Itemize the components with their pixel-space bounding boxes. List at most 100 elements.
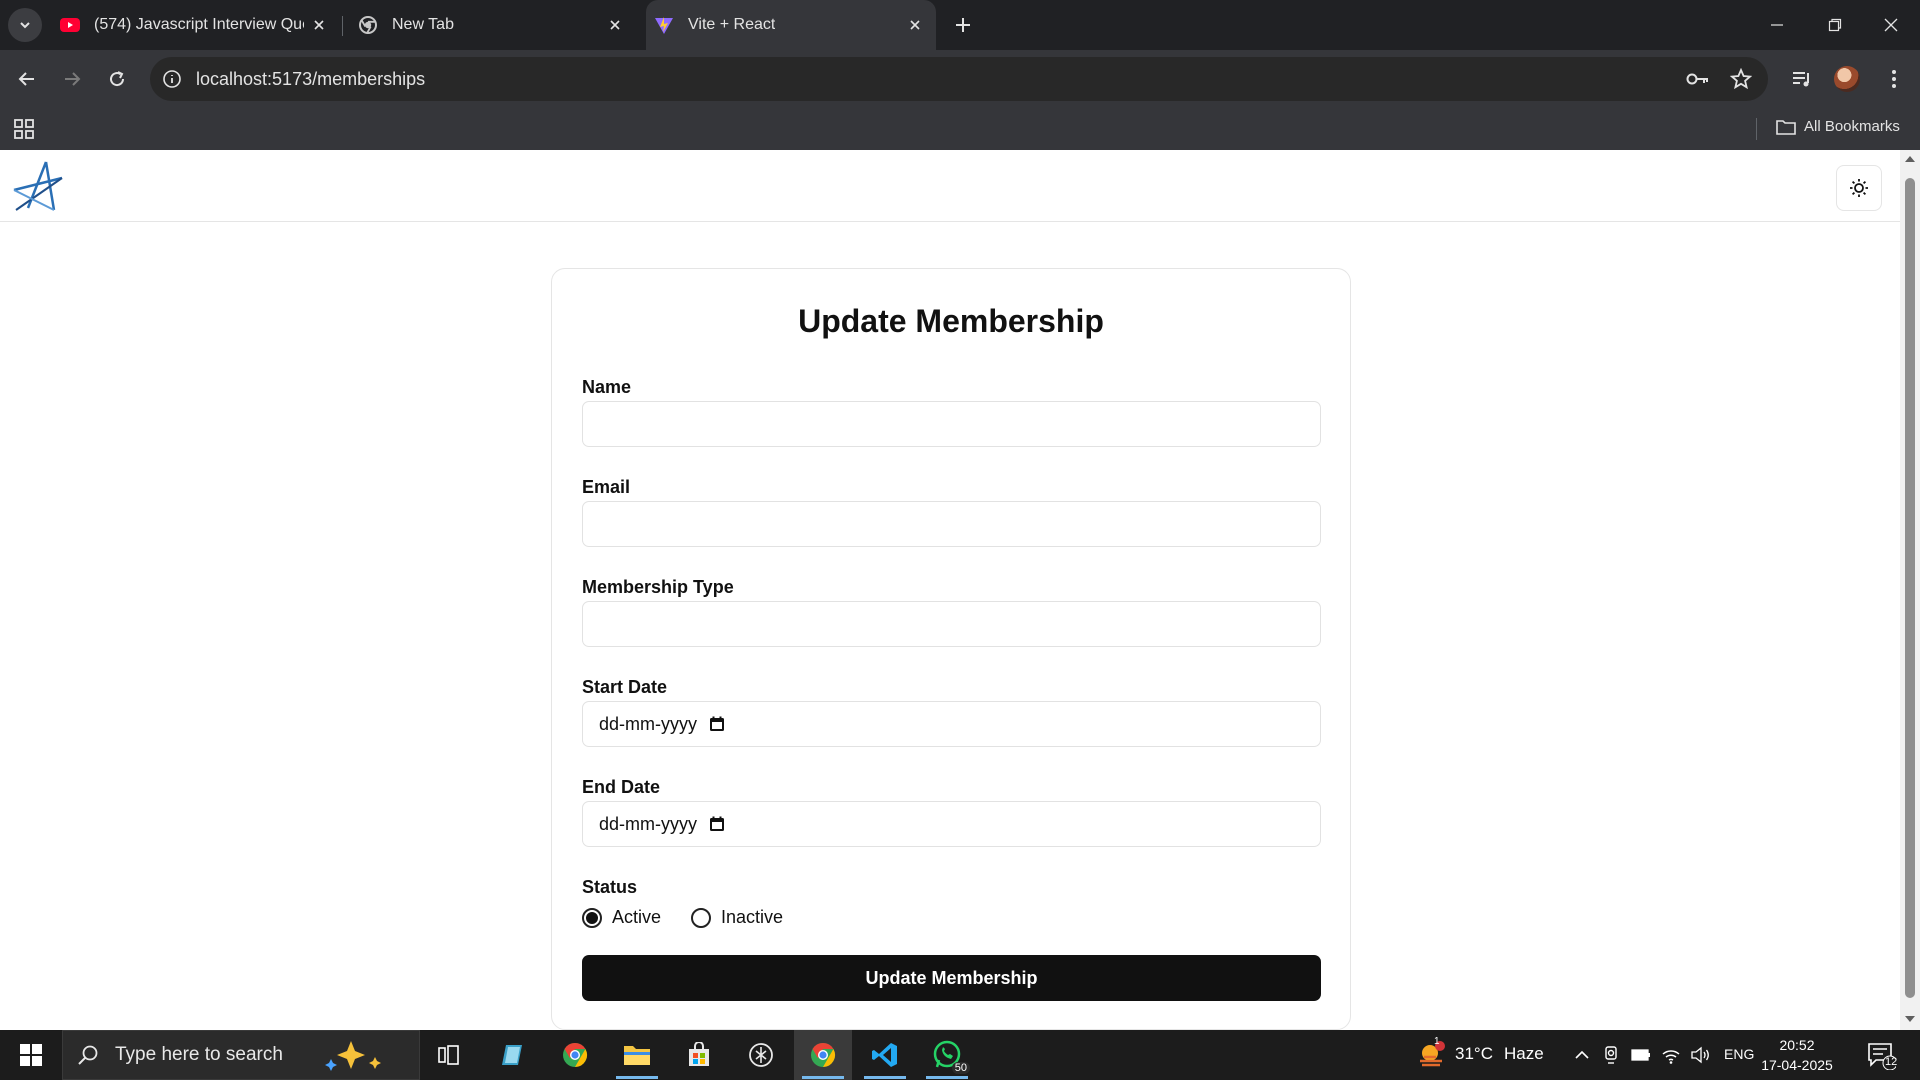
clock-time: 20:52	[1779, 1037, 1815, 1053]
new-tab-button[interactable]	[948, 10, 978, 40]
taskbar-app-whatsapp[interactable]: 50	[918, 1030, 976, 1080]
password-key-icon[interactable]	[1686, 67, 1710, 91]
clock-date: 17-04-2025	[1761, 1057, 1833, 1073]
close-icon[interactable]	[310, 16, 328, 34]
restore-button[interactable]	[1806, 0, 1864, 50]
status-active-radio[interactable]	[582, 907, 602, 928]
start-date-input[interactable]: dd-mm-yyyy	[582, 701, 1321, 747]
chevron-down-icon	[20, 22, 30, 29]
status-inactive-label[interactable]: Inactive	[721, 907, 783, 928]
status-inactive-radio[interactable]	[691, 907, 712, 928]
scroll-down-arrow-icon[interactable]	[1905, 1016, 1915, 1022]
tab-vite-react[interactable]: Vite + React	[646, 0, 936, 50]
close-icon	[1884, 18, 1898, 32]
taskbar-search-placeholder: Type here to search	[115, 1044, 283, 1065]
folder-icon	[1776, 119, 1796, 135]
taskbar-app-vscode[interactable]	[856, 1030, 914, 1080]
calendar-icon[interactable]	[709, 816, 725, 832]
wifi-icon[interactable]	[1661, 1045, 1681, 1065]
start-date-label: Start Date	[582, 677, 668, 697]
email-input[interactable]	[582, 501, 1321, 547]
close-window-button[interactable]	[1862, 0, 1920, 50]
vite-icon	[655, 17, 673, 34]
input-language[interactable]: ENG	[1724, 1046, 1754, 1062]
taskbar-app-chrome[interactable]	[794, 1030, 852, 1080]
avatar	[1834, 66, 1860, 92]
page-scrollbar[interactable]	[1900, 150, 1920, 1030]
tab-search-button[interactable]	[8, 8, 42, 42]
start-date-placeholder: dd-mm-yyyy	[599, 713, 697, 734]
url-text: localhost:5173/memberships	[196, 69, 426, 89]
scroll-thumb[interactable]	[1905, 178, 1915, 998]
forward-button[interactable]	[54, 61, 90, 97]
taskbar-app-file-explorer[interactable]	[608, 1030, 666, 1080]
brand-logo-icon[interactable]	[10, 160, 66, 212]
browser-tab-strip: (574) Javascript Interview Quest New Tab…	[0, 0, 1920, 50]
start-button[interactable]	[0, 1030, 62, 1080]
reload-button[interactable]	[99, 61, 135, 97]
membership-type-label: Membership Type	[582, 577, 734, 597]
end-date-input[interactable]: dd-mm-yyyy	[582, 801, 1321, 847]
chrome-icon	[811, 1043, 836, 1067]
back-button[interactable]	[9, 61, 45, 97]
battery-icon[interactable]	[1631, 1045, 1651, 1065]
weather-alert-count: 1	[1434, 1036, 1440, 1047]
taskbar-app-store[interactable]	[670, 1030, 728, 1080]
close-icon[interactable]	[906, 16, 924, 34]
bookmark-star-icon[interactable]	[1729, 67, 1753, 91]
radio-selected-dot	[586, 911, 598, 924]
all-bookmarks-button[interactable]: All Bookmarks	[1776, 118, 1900, 135]
windows-logo-icon	[20, 1044, 42, 1066]
tab-title: (574) Javascript Interview Quest	[94, 16, 304, 33]
arrow-right-icon	[65, 72, 81, 86]
chrome-menu-button[interactable]	[1876, 61, 1912, 97]
tab-title: New Tab	[392, 16, 454, 33]
close-icon[interactable]	[606, 16, 624, 34]
taskbar-app-chatgpt[interactable]	[732, 1030, 790, 1080]
folder-icon	[624, 1046, 650, 1065]
volume-icon[interactable]	[1690, 1045, 1710, 1065]
store-icon	[689, 1042, 709, 1066]
status-label: Status	[582, 877, 638, 897]
status-active-label[interactable]: Active	[612, 907, 661, 928]
weather-condition[interactable]: Haze	[1504, 1044, 1544, 1064]
task-view-button[interactable]	[420, 1030, 478, 1080]
name-label: Name	[582, 377, 632, 397]
update-membership-button[interactable]: Update Membership	[582, 955, 1321, 1001]
membership-type-input[interactable]	[582, 601, 1321, 647]
theme-toggle-button[interactable]	[1836, 165, 1882, 211]
tab-youtube[interactable]: (574) Javascript Interview Quest	[50, 0, 340, 50]
minimize-button[interactable]	[1748, 0, 1806, 50]
page-viewport: Update Membership Name Email Membership …	[0, 150, 1900, 1030]
name-input[interactable]	[582, 401, 1321, 447]
email-label: Email	[582, 477, 631, 497]
weather-temperature[interactable]: 31°C	[1455, 1044, 1493, 1064]
notification-count: 12	[1885, 1056, 1898, 1068]
tab-new-tab[interactable]: New Tab	[346, 0, 636, 50]
profile-button[interactable]	[1829, 61, 1865, 97]
calendar-icon[interactable]	[709, 716, 725, 732]
page-title: Update Membership	[798, 303, 1104, 339]
taskbar-app-notes[interactable]	[484, 1030, 542, 1080]
task-view-icon	[438, 1045, 459, 1065]
weather-icon[interactable]	[1416, 1039, 1448, 1071]
apps-grid-icon[interactable]	[12, 117, 36, 141]
update-membership-card: Update Membership Name Email Membership …	[551, 268, 1351, 1030]
tab-separator	[342, 16, 343, 36]
end-date-label: End Date	[582, 777, 661, 797]
more-vert-icon	[1892, 70, 1896, 88]
show-hidden-icons-button[interactable]	[1572, 1045, 1592, 1065]
chrome-icon	[563, 1043, 588, 1067]
scroll-up-arrow-icon[interactable]	[1905, 156, 1915, 162]
youtube-icon	[60, 18, 80, 32]
media-controls-button[interactable]	[1784, 61, 1820, 97]
site-info-icon[interactable]	[160, 67, 184, 91]
taskbar-search-box[interactable]: Type here to search	[62, 1030, 420, 1080]
status-radio-group: Active Inactive	[582, 907, 813, 928]
address-bar[interactable]: localhost:5173/memberships	[150, 57, 1768, 101]
tab-title: Vite + React	[688, 16, 776, 33]
bookmarks-divider	[1756, 118, 1757, 140]
taskbar-clock[interactable]: 20:52 17-04-2025	[1752, 1035, 1842, 1075]
meet-now-icon[interactable]	[1601, 1045, 1621, 1065]
taskbar-app-chrome-profile[interactable]	[546, 1030, 604, 1080]
